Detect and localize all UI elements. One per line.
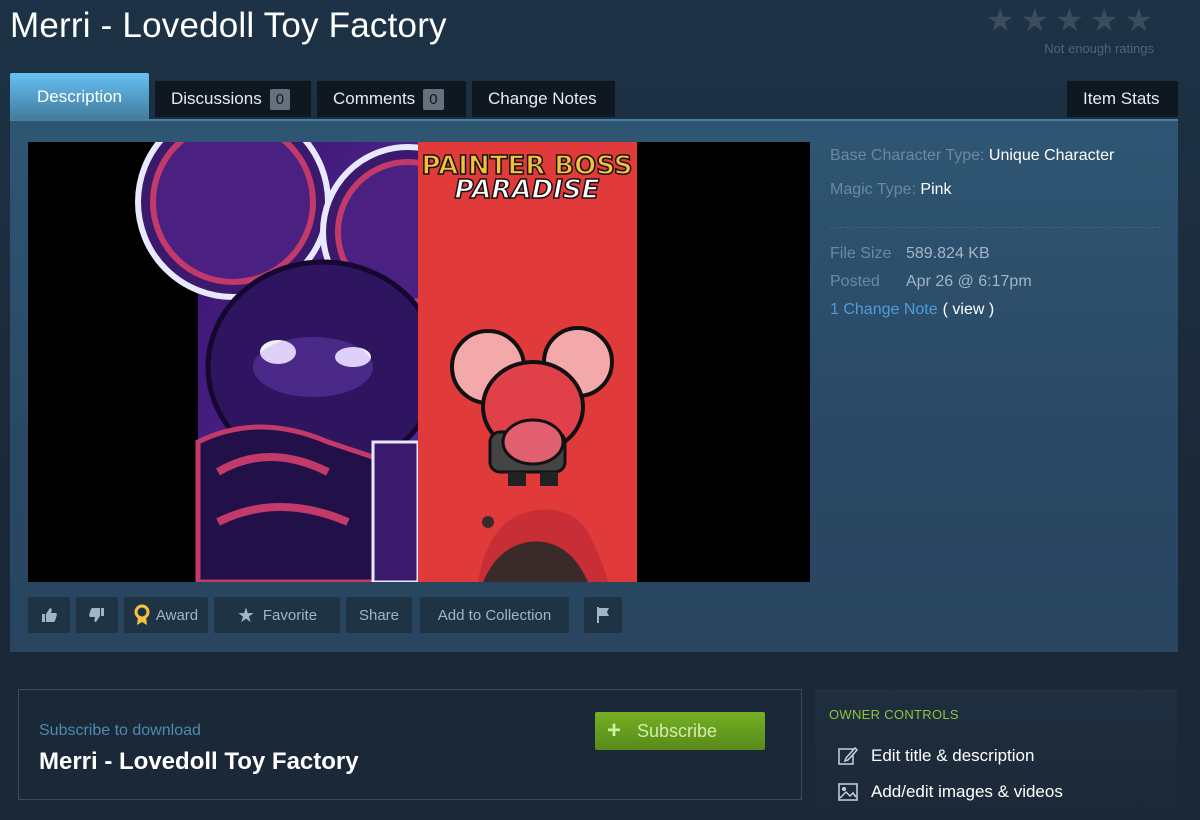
favorite-label: Favorite	[262, 606, 318, 624]
banner-line-2: PARADISE	[455, 175, 600, 205]
flag-icon	[597, 607, 609, 623]
posted-row: Posted Apr 26 @ 6:17pm	[830, 268, 1160, 296]
subscribe-button-label: Subscribe	[637, 720, 718, 741]
edit-images-label: Add/edit images & videos	[871, 782, 1063, 801]
magic-type-row: Magic Type: Pink	[830, 181, 1160, 207]
file-size-value: 589.824 KB	[906, 245, 990, 262]
item-details: Base Character Type: Unique Character Ma…	[830, 147, 1160, 324]
tab-label: Discussions	[171, 89, 262, 108]
edit-title-link[interactable]: Edit title & description	[837, 745, 1034, 767]
subscribe-button[interactable]: + Subscribe	[595, 712, 765, 750]
rating-text: Not enough ratings	[1044, 41, 1154, 56]
preview-image[interactable]: PAINTER BOSS PARADISE	[28, 142, 810, 582]
star-icon: ★	[1089, 2, 1119, 38]
tab-bar: Description Discussions 0 Comments 0 Cha…	[10, 72, 1178, 120]
star-icon: ★	[236, 604, 255, 627]
tab-label: Comments	[333, 89, 416, 108]
file-size-row: File Size 589.824 KB	[830, 240, 1160, 268]
award-label: Award	[155, 606, 199, 624]
image-icon	[838, 783, 858, 801]
tab-label: Change Notes	[488, 89, 597, 108]
tab-item-stats[interactable]: Item Stats	[1067, 81, 1178, 117]
rating-stars: ★ ★ ★ ★ ★	[982, 4, 1157, 36]
change-note-row: 1 Change Note ( view )	[830, 296, 1160, 324]
star-icon: ★	[1020, 2, 1050, 38]
edit-images-link[interactable]: Add/edit images & videos	[837, 781, 1063, 803]
tab-label: Item Stats	[1083, 89, 1160, 108]
magic-type-value: Pink	[920, 181, 952, 198]
thumbs-up-button[interactable]	[28, 597, 70, 633]
add-to-collection-label: Add to Collection	[437, 606, 552, 624]
tab-comments[interactable]: Comments 0	[317, 81, 466, 117]
share-label: Share	[358, 606, 400, 624]
magic-type-label: Magic Type:	[830, 181, 916, 198]
owner-controls: OWNER CONTROLS Edit title & description …	[815, 689, 1177, 820]
rating-widget: ★ ★ ★ ★ ★ Not enough ratings	[982, 4, 1157, 56]
tab-change-notes[interactable]: Change Notes	[472, 81, 615, 117]
thumbs-down-icon	[89, 608, 104, 622]
tab-description[interactable]: Description	[10, 73, 149, 120]
count-badge: 0	[269, 88, 291, 110]
award-button[interactable]: Award	[124, 597, 208, 633]
thumbs-up-icon	[42, 608, 57, 622]
owner-controls-heading: OWNER CONTROLS	[829, 707, 959, 722]
change-note-link[interactable]: 1 Change Note	[830, 301, 938, 319]
base-character-label: Base Character Type:	[830, 147, 985, 164]
posted-value: Apr 26 @ 6:17pm	[906, 273, 1032, 290]
description-panel: PAINTER BOSS PARADISE Award ★ Favorite S…	[10, 119, 1178, 652]
star-icon: ★	[1055, 2, 1084, 38]
posted-label: Posted	[830, 273, 880, 290]
tab-discussions[interactable]: Discussions 0	[155, 81, 311, 117]
share-button[interactable]: Share	[346, 597, 412, 633]
flag-button[interactable]	[584, 597, 622, 633]
add-to-collection-button[interactable]: Add to Collection	[420, 597, 569, 633]
subscribe-label: Subscribe to download	[39, 722, 201, 739]
subscribe-box: Subscribe to download Merri - Lovedoll T…	[18, 689, 802, 800]
edit-title-label: Edit title & description	[871, 746, 1035, 765]
preview-artwork: PAINTER BOSS PARADISE	[135, 142, 637, 582]
tab-label: Description	[36, 86, 123, 106]
star-icon: ★	[985, 2, 1015, 38]
count-badge: 0	[423, 88, 444, 110]
plus-icon: +	[607, 717, 622, 744]
divider	[830, 227, 1160, 228]
base-character-row: Base Character Type: Unique Character	[830, 147, 1160, 173]
thumbs-down-button[interactable]	[76, 597, 118, 633]
file-size-label: File Size	[830, 245, 892, 262]
view-link[interactable]: ( view )	[943, 301, 995, 319]
base-character-value: Unique Character	[988, 147, 1115, 164]
favorite-button[interactable]: ★ Favorite	[214, 597, 340, 633]
page-title: Merri - Lovedoll Toy Factory	[10, 6, 447, 45]
star-icon: ★	[1124, 2, 1154, 38]
subscribe-title: Merri - Lovedoll Toy Factory	[39, 748, 359, 775]
edit-icon	[838, 746, 859, 765]
award-icon	[134, 604, 150, 625]
